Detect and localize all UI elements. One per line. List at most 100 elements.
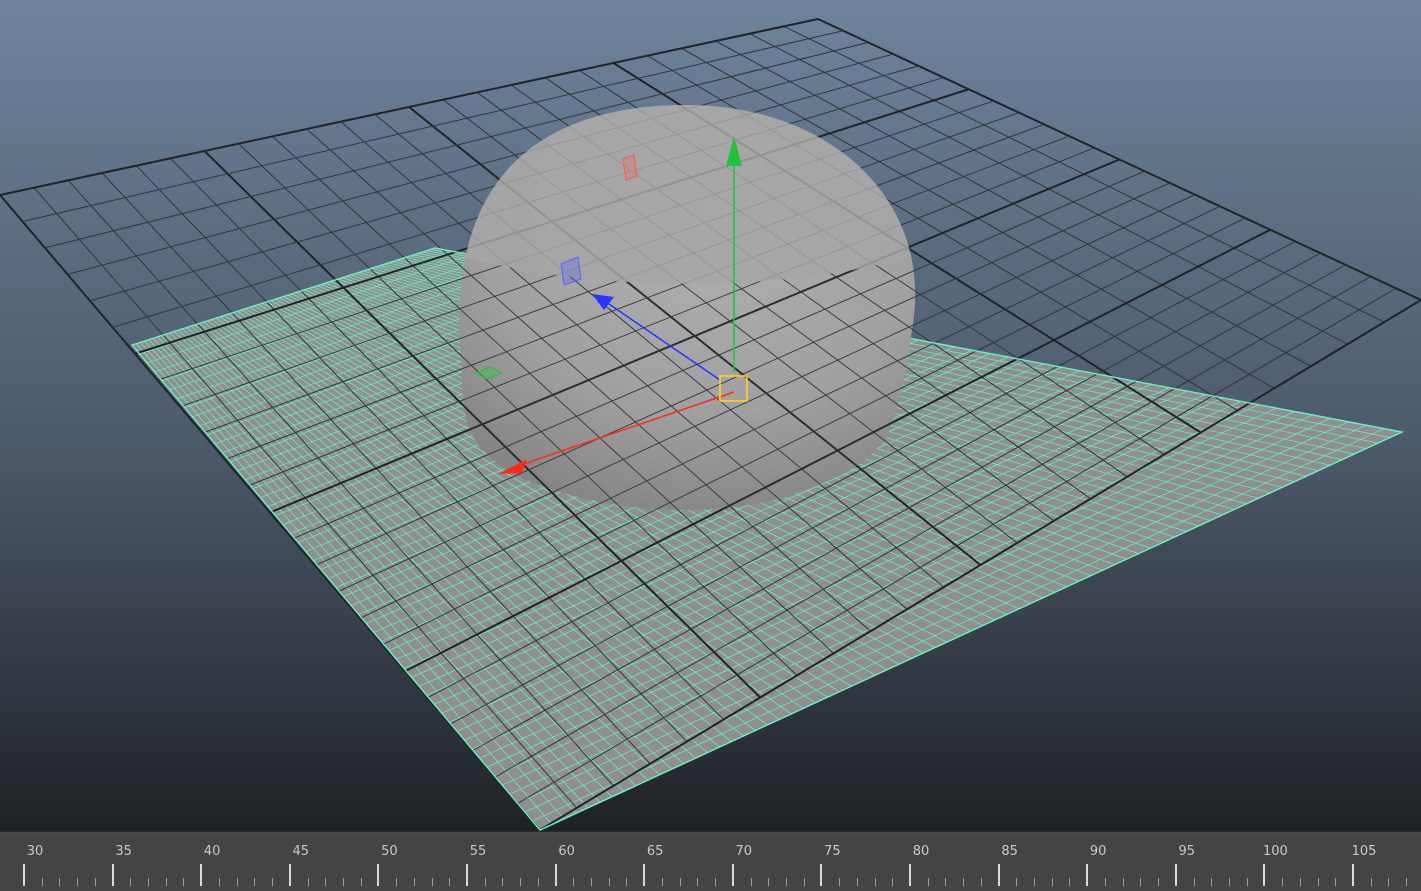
timeline-minor-tick bbox=[1140, 878, 1142, 886]
timeline-minor-tick bbox=[520, 878, 522, 886]
timeline-minor-tick bbox=[803, 878, 805, 886]
perspective-viewport[interactable] bbox=[0, 0, 1421, 831]
timeline-minor-tick bbox=[750, 878, 752, 886]
maya-ui: 30 35 40 45 50 55 60 65 70 75 80 85 90 95 100 105 bbox=[0, 0, 1421, 891]
timeline-minor-tick bbox=[1122, 878, 1124, 886]
timeline-minor-tick bbox=[892, 878, 894, 886]
timeline-minor-tick bbox=[77, 878, 79, 886]
timeline-minor-tick bbox=[94, 878, 96, 886]
scene-canvas[interactable] bbox=[0, 0, 1421, 831]
timeline-major-tick bbox=[200, 864, 203, 886]
timeline-minor-tick bbox=[768, 878, 770, 886]
timeline-major-tick bbox=[643, 864, 646, 886]
timeline-major-tick bbox=[1263, 864, 1266, 886]
timeline-minor-tick bbox=[537, 878, 539, 886]
timeline-minor-tick bbox=[1069, 878, 1071, 886]
timeline-minor-tick bbox=[41, 878, 43, 886]
timeline-major-tick bbox=[23, 864, 25, 886]
timeline-minor-tick bbox=[608, 878, 610, 886]
timeline-frame-label: 40 bbox=[203, 844, 221, 859]
timeline-minor-tick bbox=[785, 878, 787, 886]
timeline-minor-tick bbox=[502, 878, 504, 886]
timeline-frame-label: 35 bbox=[115, 844, 132, 859]
timeline-minor-tick bbox=[431, 878, 433, 886]
timeline-minor-tick bbox=[679, 878, 681, 886]
timeline-minor-tick bbox=[839, 878, 841, 886]
timeline-minor-tick bbox=[715, 878, 717, 886]
timeline-minor-tick bbox=[1016, 878, 1018, 886]
timeline-minor-tick bbox=[1193, 878, 1195, 886]
timeline-minor-tick bbox=[1406, 878, 1408, 886]
timeline-frame-label: 95 bbox=[1178, 844, 1196, 859]
timeline-minor-tick bbox=[59, 878, 61, 886]
timeline-major-tick bbox=[820, 864, 823, 886]
timeline-minor-tick bbox=[1034, 878, 1036, 886]
timeline-minor-tick bbox=[396, 878, 398, 886]
timeline-major-tick bbox=[377, 864, 380, 886]
timeline-major-tick bbox=[288, 864, 291, 886]
timeline-minor-tick bbox=[218, 878, 220, 886]
timeline-minor-tick bbox=[1104, 878, 1106, 886]
timeline-major-tick bbox=[554, 864, 557, 886]
timeline-minor-tick bbox=[927, 878, 929, 886]
timeline-minor-tick bbox=[980, 878, 982, 886]
timeline-frame-label: 55 bbox=[469, 844, 487, 859]
timeline-frame-label: 80 bbox=[912, 844, 930, 859]
timeline-major-tick bbox=[466, 864, 468, 886]
timeline-frame-label: 85 bbox=[1001, 844, 1018, 859]
timeline-minor-tick bbox=[165, 878, 167, 886]
timeline-minor-tick bbox=[573, 878, 575, 886]
timeline-major-tick bbox=[997, 864, 1000, 886]
xy-plane-handle-icon[interactable] bbox=[622, 154, 638, 181]
timeline-minor-tick bbox=[697, 878, 699, 886]
timeline-major-tick bbox=[909, 864, 911, 886]
timeline-minor-tick bbox=[484, 878, 486, 886]
timeline-minor-tick bbox=[413, 878, 415, 886]
timeline-frame-label: 100 bbox=[1262, 844, 1288, 859]
timeline-minor-tick bbox=[591, 878, 593, 886]
timeline-major-tick bbox=[1352, 864, 1354, 886]
timeline-frame-label: 70 bbox=[735, 844, 753, 859]
timeline-frame-label: 65 bbox=[646, 844, 664, 859]
timeline-minor-tick bbox=[130, 878, 132, 886]
timeline-minor-tick bbox=[183, 878, 185, 886]
timeline-minor-tick bbox=[1228, 878, 1230, 886]
timeline-minor-tick bbox=[1246, 878, 1248, 886]
timeline-frame-label: 90 bbox=[1089, 844, 1107, 859]
timeline-minor-tick bbox=[449, 878, 451, 886]
timeline-frame-label: 30 bbox=[26, 844, 44, 859]
timeline-minor-tick bbox=[626, 878, 628, 886]
timeline-major-tick bbox=[731, 864, 734, 886]
timeline-frame-label: 50 bbox=[381, 844, 398, 859]
timeline-minor-tick bbox=[1335, 878, 1337, 886]
timeline-frame-label: 45 bbox=[292, 844, 310, 859]
timeline-major-tick bbox=[111, 864, 114, 886]
timeline-frame-label: 105 bbox=[1351, 844, 1377, 859]
timeline-minor-tick bbox=[148, 878, 150, 886]
timeline-minor-tick bbox=[1299, 878, 1301, 886]
timeline-minor-tick bbox=[1158, 878, 1160, 886]
timeline-minor-tick bbox=[236, 878, 238, 886]
timeline-minor-tick bbox=[325, 878, 327, 886]
timeline-minor-tick bbox=[1370, 878, 1372, 886]
timeline-major-tick bbox=[1086, 864, 1089, 886]
timeline-minor-tick bbox=[874, 878, 876, 886]
timeline-minor-tick bbox=[661, 878, 663, 886]
timeline-minor-tick bbox=[1388, 878, 1390, 886]
timeline-minor-tick bbox=[1282, 878, 1284, 886]
timeline-minor-tick bbox=[1051, 878, 1053, 886]
timeline-frame-label: 75 bbox=[824, 844, 841, 859]
timeline-minor-tick bbox=[342, 878, 344, 886]
timeline-minor-tick bbox=[856, 878, 858, 886]
time-slider[interactable]: 30 35 40 45 50 55 60 65 70 75 80 85 90 95 100 105 bbox=[0, 831, 1421, 891]
timeline-minor-tick bbox=[1317, 878, 1319, 886]
timeline-minor-tick bbox=[360, 878, 362, 886]
timeline-frame-label: 60 bbox=[558, 844, 575, 859]
timeline-minor-tick bbox=[272, 878, 274, 886]
timeline-minor-tick bbox=[1211, 878, 1213, 886]
timeline-minor-tick bbox=[945, 878, 947, 886]
timeline-minor-tick bbox=[963, 878, 965, 886]
timeline-minor-tick bbox=[307, 878, 309, 886]
timeline-minor-tick bbox=[254, 878, 256, 886]
timeline-major-tick bbox=[1174, 864, 1177, 886]
